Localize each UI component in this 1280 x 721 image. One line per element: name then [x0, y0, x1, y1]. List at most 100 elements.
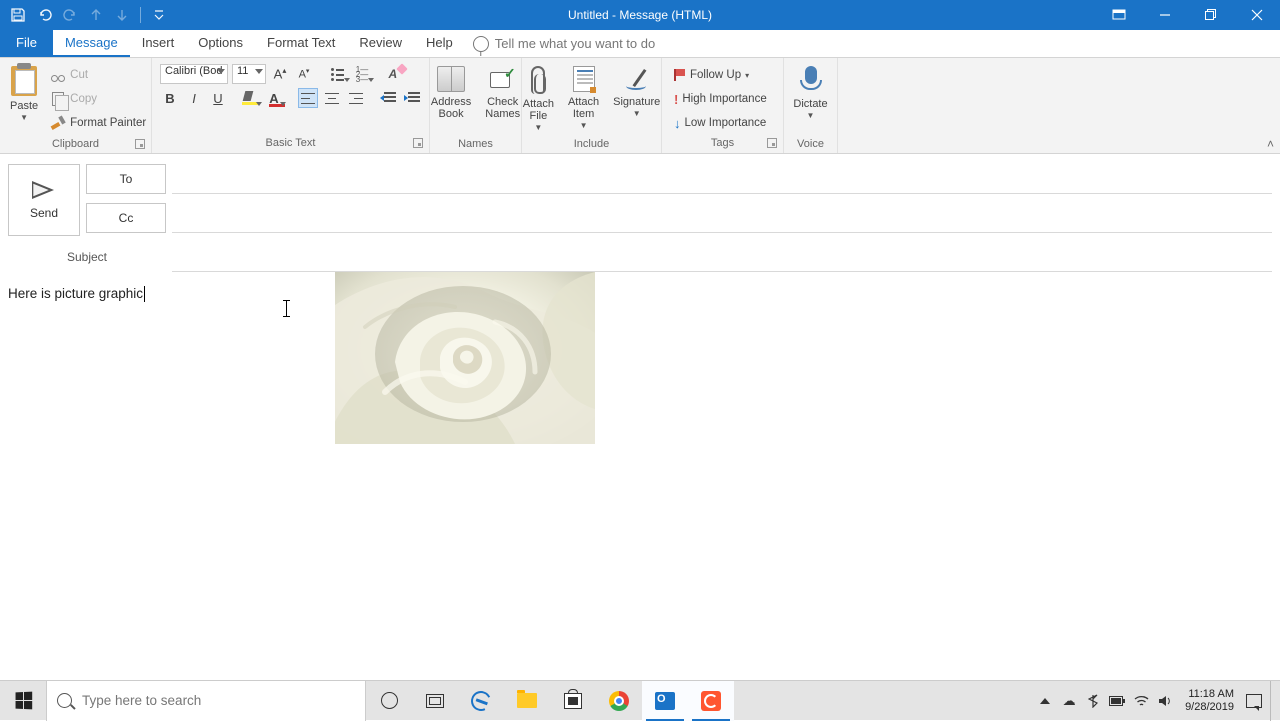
taskbar-clock[interactable]: 11:18 AM 9/28/2019 [1181, 688, 1238, 713]
check-names-icon [490, 66, 516, 92]
text-cursor [144, 286, 145, 302]
taskbar-search[interactable]: Type here to search [46, 681, 366, 721]
maximize-button[interactable] [1188, 0, 1234, 30]
to-field[interactable] [172, 164, 1272, 194]
tab-review[interactable]: Review [347, 30, 414, 57]
store-button[interactable] [550, 681, 596, 721]
tab-options[interactable]: Options [186, 30, 255, 57]
paste-button[interactable]: Paste ▼ [4, 62, 44, 138]
dialog-launcher-icon[interactable] [135, 139, 145, 149]
tab-insert[interactable]: Insert [130, 30, 187, 57]
attach-file-button[interactable]: Attach File ▼ [517, 62, 560, 138]
align-left-button[interactable] [298, 88, 318, 108]
group-voice: Dictate ▼ Voice [784, 58, 838, 153]
close-button[interactable] [1234, 0, 1280, 30]
underline-button[interactable]: U [208, 88, 228, 108]
to-button[interactable]: To [86, 164, 166, 194]
snagit-button[interactable] [688, 681, 734, 721]
font-name-select[interactable]: Calibri (Bod [160, 64, 228, 84]
bluetooth-icon[interactable] [1085, 693, 1101, 709]
follow-up-label: Follow Up [690, 69, 741, 81]
bold-button[interactable]: B [160, 88, 180, 108]
signature-button[interactable]: Signature ▼ [607, 62, 666, 138]
display-options-icon[interactable] [1096, 0, 1142, 30]
high-importance-button[interactable]: ! High Importance [670, 88, 771, 110]
down-arrow-icon: ↓ [674, 116, 681, 131]
file-explorer-button[interactable] [504, 681, 550, 721]
edge-button[interactable] [458, 681, 504, 721]
volume-icon[interactable] [1157, 693, 1173, 709]
copy-icon [50, 91, 66, 107]
format-painter-button[interactable]: Format Painter [46, 112, 150, 134]
decrease-indent-button[interactable] [378, 88, 398, 108]
align-right-button[interactable] [346, 88, 366, 108]
attach-file-label: Attach File [523, 98, 554, 122]
attach-item-button[interactable]: Attach Item ▼ [562, 62, 605, 138]
cc-field[interactable] [172, 203, 1272, 233]
cc-button[interactable]: Cc [86, 203, 166, 233]
tab-help[interactable]: Help [414, 30, 465, 57]
tray-overflow-button[interactable] [1037, 693, 1053, 709]
chrome-button[interactable] [596, 681, 642, 721]
chevron-down-icon: ▾ [745, 71, 749, 80]
follow-up-button[interactable]: Follow Up ▾ [670, 64, 771, 86]
tell-me-search[interactable]: Tell me what you want to do [473, 30, 655, 57]
bullets-button[interactable] [328, 64, 348, 84]
cut-label: Cut [70, 69, 88, 81]
taskbar-search-placeholder: Type here to search [82, 693, 201, 708]
dictate-button[interactable]: Dictate ▼ [787, 62, 833, 138]
minimize-button[interactable] [1142, 0, 1188, 30]
message-body[interactable]: Here is picture graphic [0, 272, 1280, 672]
task-view-button[interactable] [412, 681, 458, 721]
grow-font-button[interactable]: A▴ [270, 64, 290, 84]
show-desktop-button[interactable] [1270, 681, 1276, 721]
font-size-select[interactable]: 11 [232, 64, 266, 84]
collapse-ribbon-icon[interactable]: ˄ [1267, 137, 1274, 151]
high-importance-label: High Importance [682, 93, 766, 105]
taskbar: Type here to search ☁ 11:18 AM 9/28/2019 [0, 680, 1280, 720]
tab-format-text[interactable]: Format Text [255, 30, 347, 57]
tab-message[interactable]: Message [53, 30, 130, 57]
undo-icon[interactable] [34, 5, 54, 25]
subject-field[interactable] [172, 242, 1272, 272]
outlook-button[interactable] [642, 681, 688, 721]
cortana-button[interactable] [366, 681, 412, 721]
chevron-down-icon: ▼ [633, 110, 641, 119]
dialog-launcher-icon[interactable] [413, 138, 423, 148]
wifi-icon[interactable] [1133, 693, 1149, 709]
paperclip-icon [531, 66, 545, 94]
send-button[interactable]: Send [8, 164, 80, 236]
body-text: Here is picture graphic [8, 286, 143, 301]
shrink-font-button[interactable]: A▾ [294, 64, 314, 84]
clear-formatting-button[interactable]: A [386, 64, 406, 84]
dictate-label: Dictate [793, 98, 827, 110]
search-icon [57, 693, 72, 708]
signature-icon [624, 66, 650, 92]
onedrive-icon[interactable]: ☁ [1061, 693, 1077, 709]
italic-button[interactable]: I [184, 88, 204, 108]
ribbon-tabs: File Message Insert Options Format Text … [0, 30, 1280, 58]
chevron-down-icon: ▼ [807, 112, 815, 121]
text-caret-icon [286, 300, 287, 317]
save-icon[interactable] [8, 5, 28, 25]
send-label: Send [30, 206, 58, 220]
tab-file[interactable]: File [0, 30, 53, 57]
microphone-icon [801, 66, 821, 94]
clock-date: 9/28/2019 [1185, 701, 1234, 714]
align-center-button[interactable] [322, 88, 342, 108]
action-center-button[interactable] [1246, 693, 1262, 709]
check-names-label: Check Names [485, 96, 520, 120]
increase-indent-button[interactable] [402, 88, 422, 108]
snagit-icon [701, 691, 721, 711]
cut-button: Cut [46, 64, 150, 86]
numbering-button[interactable]: 1—2—3— [352, 64, 372, 84]
highlight-button[interactable] [240, 88, 260, 108]
font-color-button[interactable]: A [264, 88, 284, 108]
start-button[interactable] [0, 681, 46, 721]
inserted-image[interactable] [335, 272, 595, 444]
address-book-button[interactable]: Address Book [425, 62, 477, 138]
low-importance-button[interactable]: ↓ Low Importance [670, 112, 771, 134]
customize-qat-icon[interactable] [149, 5, 169, 25]
dialog-launcher-icon[interactable] [767, 138, 777, 148]
battery-icon[interactable] [1109, 693, 1125, 709]
